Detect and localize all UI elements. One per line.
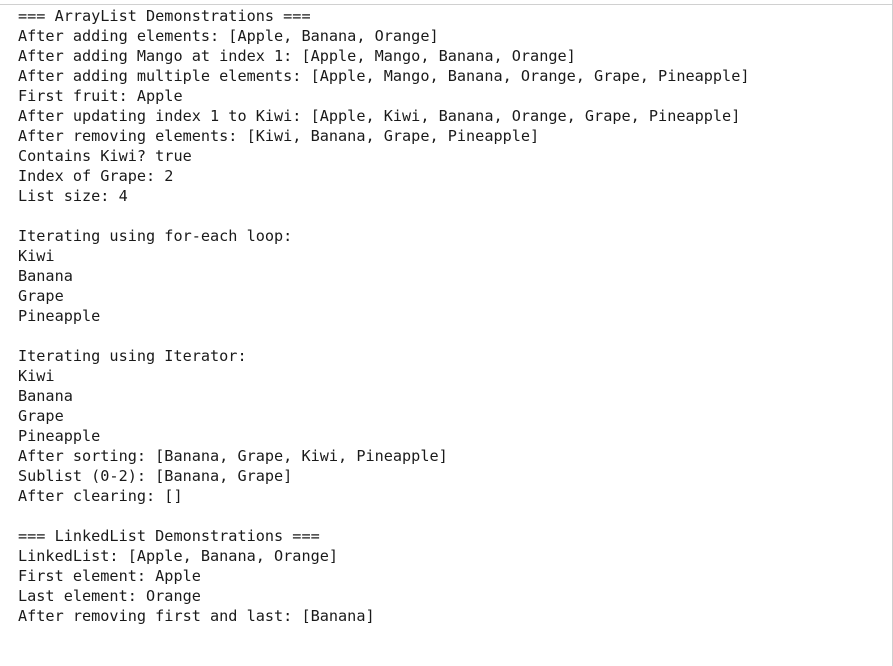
console-line: Kiwi	[18, 367, 55, 385]
console-line: After clearing: []	[18, 487, 183, 505]
console-output-text[interactable]: === ArrayList Demonstrations === After a…	[18, 6, 750, 626]
console-line: After adding Mango at index 1: [Apple, M…	[18, 47, 576, 65]
console-line: List size: 4	[18, 187, 128, 205]
console-line: After removing elements: [Kiwi, Banana, …	[18, 127, 540, 145]
console-line: Banana	[18, 387, 73, 405]
console-line: First fruit: Apple	[18, 87, 183, 105]
console-line-linkedlist-header: === LinkedList Demonstrations ===	[18, 527, 320, 545]
console-line: Contains Kiwi? true	[18, 147, 192, 165]
console-line: After updating index 1 to Kiwi: [Apple, …	[18, 107, 741, 125]
console-line: Kiwi	[18, 247, 55, 265]
console-line: After sorting: [Banana, Grape, Kiwi, Pin…	[18, 447, 448, 465]
console-line: Pineapple	[18, 427, 101, 445]
console-line: Iterating using for-each loop:	[18, 227, 293, 245]
console-top-border	[0, 0, 893, 5]
console-output-panel[interactable]: === ArrayList Demonstrations === After a…	[0, 0, 893, 666]
console-line: Grape	[18, 407, 64, 425]
console-line: After adding multiple elements: [Apple, …	[18, 67, 750, 85]
console-line: After adding elements: [Apple, Banana, O…	[18, 27, 439, 45]
console-line: Iterating using Iterator:	[18, 347, 247, 365]
console-line: Index of Grape: 2	[18, 167, 174, 185]
console-line: Grape	[18, 287, 64, 305]
console-line: After removing first and last: [Banana]	[18, 607, 375, 625]
console-line: First element: Apple	[18, 567, 201, 585]
console-line: Sublist (0-2): [Banana, Grape]	[18, 467, 293, 485]
console-line: Last element: Orange	[18, 587, 201, 605]
console-line: Pineapple	[18, 307, 101, 325]
console-line-arraylist-header: === ArrayList Demonstrations ===	[18, 7, 311, 25]
console-line: LinkedList: [Apple, Banana, Orange]	[18, 547, 339, 565]
console-line: Banana	[18, 267, 73, 285]
